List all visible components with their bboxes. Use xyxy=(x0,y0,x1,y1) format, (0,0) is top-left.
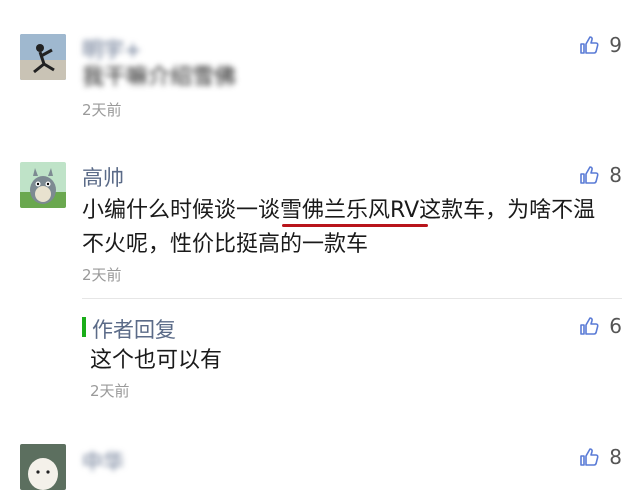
comment-time: 2天前 xyxy=(82,266,122,284)
thumbs-up-icon xyxy=(579,35,599,55)
reply-text: 这个也可以有 xyxy=(90,348,223,373)
like-button[interactable]: 8 xyxy=(579,162,622,188)
like-count: 8 xyxy=(609,445,622,469)
reply-time: 2天前 xyxy=(90,382,130,400)
comment-text-line-2: 不火呢，性价比挺高的一款车 xyxy=(82,232,369,257)
thumbs-up-icon xyxy=(579,316,599,336)
like-count: 6 xyxy=(609,314,622,338)
comment-text-line-1: 小编什么时候谈一谈雪佛兰乐风RV这款车，为啥不温 xyxy=(82,198,596,223)
commenter-name[interactable]: 明宇+ xyxy=(82,34,142,64)
thumbs-up-icon xyxy=(579,447,599,467)
avatar[interactable] xyxy=(20,162,66,208)
author-reply-label: 作者回复 xyxy=(92,318,176,342)
reply-divider xyxy=(82,298,622,299)
highlight-underline xyxy=(282,224,428,227)
avatar[interactable] xyxy=(20,444,66,490)
commenter-name[interactable]: 高帅 xyxy=(82,162,124,192)
thumbs-up-icon xyxy=(579,165,599,185)
author-reply-indicator xyxy=(82,317,86,337)
like-count: 9 xyxy=(609,33,622,57)
like-button[interactable]: 8 xyxy=(579,444,622,470)
like-button[interactable]: 6 xyxy=(579,313,622,339)
like-button[interactable]: 9 xyxy=(579,32,622,58)
like-count: 8 xyxy=(609,163,622,187)
comment-time: 2天前 xyxy=(82,101,122,119)
avatar[interactable] xyxy=(20,34,66,80)
comment-text: 我干嘛介绍雪佛 xyxy=(82,65,237,90)
commenter-name[interactable]: 中华 xyxy=(82,446,124,476)
